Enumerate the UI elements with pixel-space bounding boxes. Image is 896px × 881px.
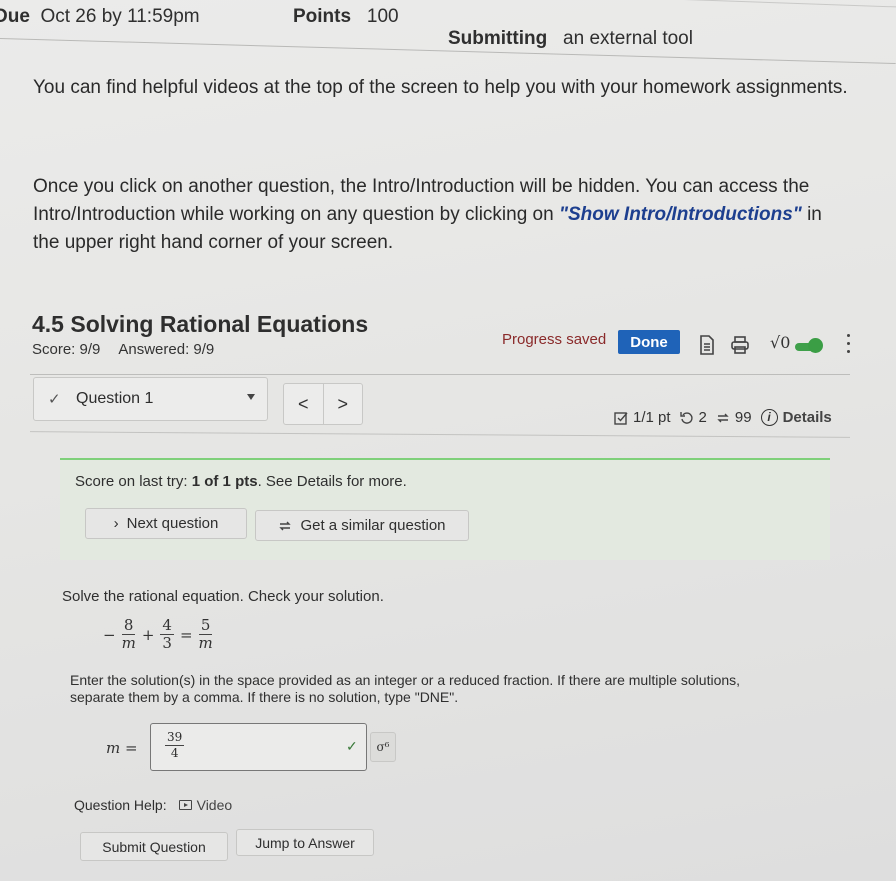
equals-sign: = (125, 739, 138, 757)
similar-icon (279, 521, 292, 530)
question-stats: 1/1 pt 2 99 i Details (614, 409, 832, 426)
intro-paragraph-2: Once you click on another question, the … (33, 173, 853, 257)
numerator: 4 (160, 616, 174, 635)
progress-status: Progress saved (502, 331, 607, 348)
divider (30, 374, 850, 375)
jump-to-answer-button[interactable]: Jump to Answer (236, 829, 374, 856)
fraction: 5m (199, 617, 213, 652)
check-icon: ✓ (48, 391, 61, 408)
fraction: 43 (160, 617, 174, 652)
assignment-title: 4.5 Solving Rational Equations (32, 311, 369, 337)
divider (30, 431, 850, 438)
score-text: Score: 9/9 (32, 341, 101, 358)
denominator: 4 (170, 746, 179, 760)
retry-icon (679, 411, 693, 424)
more-options-icon[interactable] (845, 334, 851, 360)
similar-question-button[interactable]: Get a similar question (255, 510, 469, 541)
question-nav-buttons: < > (283, 383, 363, 425)
answer-fraction: 39 4 (165, 730, 185, 761)
question-select[interactable]: ✓ Question 1 (33, 377, 268, 421)
video-label: Video (196, 797, 233, 813)
due-label: Due (0, 6, 30, 27)
question-prompt: Solve the rational equation. Check your … (62, 588, 384, 605)
video-link[interactable]: Video (178, 797, 233, 813)
due-value: Oct 26 by 11:59pm (40, 6, 200, 27)
equals-sign: = (179, 625, 193, 644)
question-help-label: Question Help: (74, 797, 167, 813)
points: Points 100 (293, 6, 399, 28)
retries-count: 2 (698, 409, 707, 426)
minus-sign: − (103, 625, 116, 644)
points-label: Points (293, 6, 352, 27)
answered-text: Answered: 9/9 (118, 341, 215, 358)
done-button[interactable]: Done (618, 330, 680, 354)
toggle-knob[interactable] (808, 338, 823, 353)
fraction: 8m (122, 617, 136, 652)
denominator: m (198, 634, 213, 652)
show-intro-link[interactable]: "Show Intro/Introductions" (559, 204, 802, 225)
details-link[interactable]: Details (783, 409, 832, 426)
numerator: 5 (198, 616, 213, 635)
assignment-score: Score: 9/9 Answered: 9/9 (32, 341, 214, 358)
question-points: 1/1 pt (633, 409, 671, 426)
result-prefix: Score on last try: (75, 473, 192, 490)
answer-variable: m (106, 739, 121, 757)
denominator: 3 (162, 634, 172, 652)
submitting: Submitting an external tool (448, 28, 693, 50)
print-icon[interactable] (729, 333, 751, 357)
result-message: Score on last try: 1 of 1 pts. See Detai… (75, 473, 407, 490)
next-question-button[interactable]: › Next question (85, 508, 247, 539)
submit-question-button[interactable]: Submit Question (80, 832, 228, 861)
plus-sign: + (141, 625, 155, 644)
next-question-arrow-button[interactable]: > (322, 384, 363, 424)
question-instructions: Enter the solution(s) in the space provi… (70, 672, 741, 705)
result-suffix: . See Details for more. (257, 473, 407, 490)
caret-down-icon (247, 394, 255, 400)
assignment-meta: Due Oct 26 by 11:59pm Points 100 Submitt… (0, 6, 896, 49)
chevron-right-icon: › (113, 515, 119, 532)
math-entry-label: √0 (770, 333, 791, 352)
numerator: 39 (165, 730, 185, 746)
question-select-value: Question 1 (76, 390, 154, 407)
similar-remaining: 99 (734, 409, 752, 426)
similar-question-label: Get a similar question (300, 517, 446, 534)
denominator: m (121, 634, 136, 652)
answer-label: m = (106, 739, 138, 757)
similar-icon (717, 413, 729, 422)
math-preview-button[interactable]: σ⁶ (370, 732, 396, 762)
points-value: 100 (366, 6, 399, 27)
due-date: Due Oct 26 by 11:59pm (0, 6, 200, 28)
info-icon[interactable]: i (760, 409, 778, 426)
question-help: Question Help: Video (74, 797, 232, 813)
correct-check-icon: ✓ (346, 738, 358, 754)
result-score: 1 of 1 pts (191, 473, 258, 490)
submitting-value: an external tool (563, 28, 693, 49)
submitting-label: Submitting (448, 28, 548, 49)
equation: − 8m + 43 = 5m (103, 617, 213, 652)
numerator: 8 (121, 616, 136, 635)
intro-paragraph-1: You can find helpful videos at the top o… (33, 77, 848, 98)
checkbox-icon (614, 411, 628, 425)
previous-question-button[interactable]: < (284, 384, 323, 424)
answer-input[interactable]: 39 4 ✓ (150, 723, 367, 771)
next-question-label: Next question (126, 515, 219, 532)
document-icon[interactable] (697, 333, 717, 357)
video-icon (178, 800, 192, 810)
